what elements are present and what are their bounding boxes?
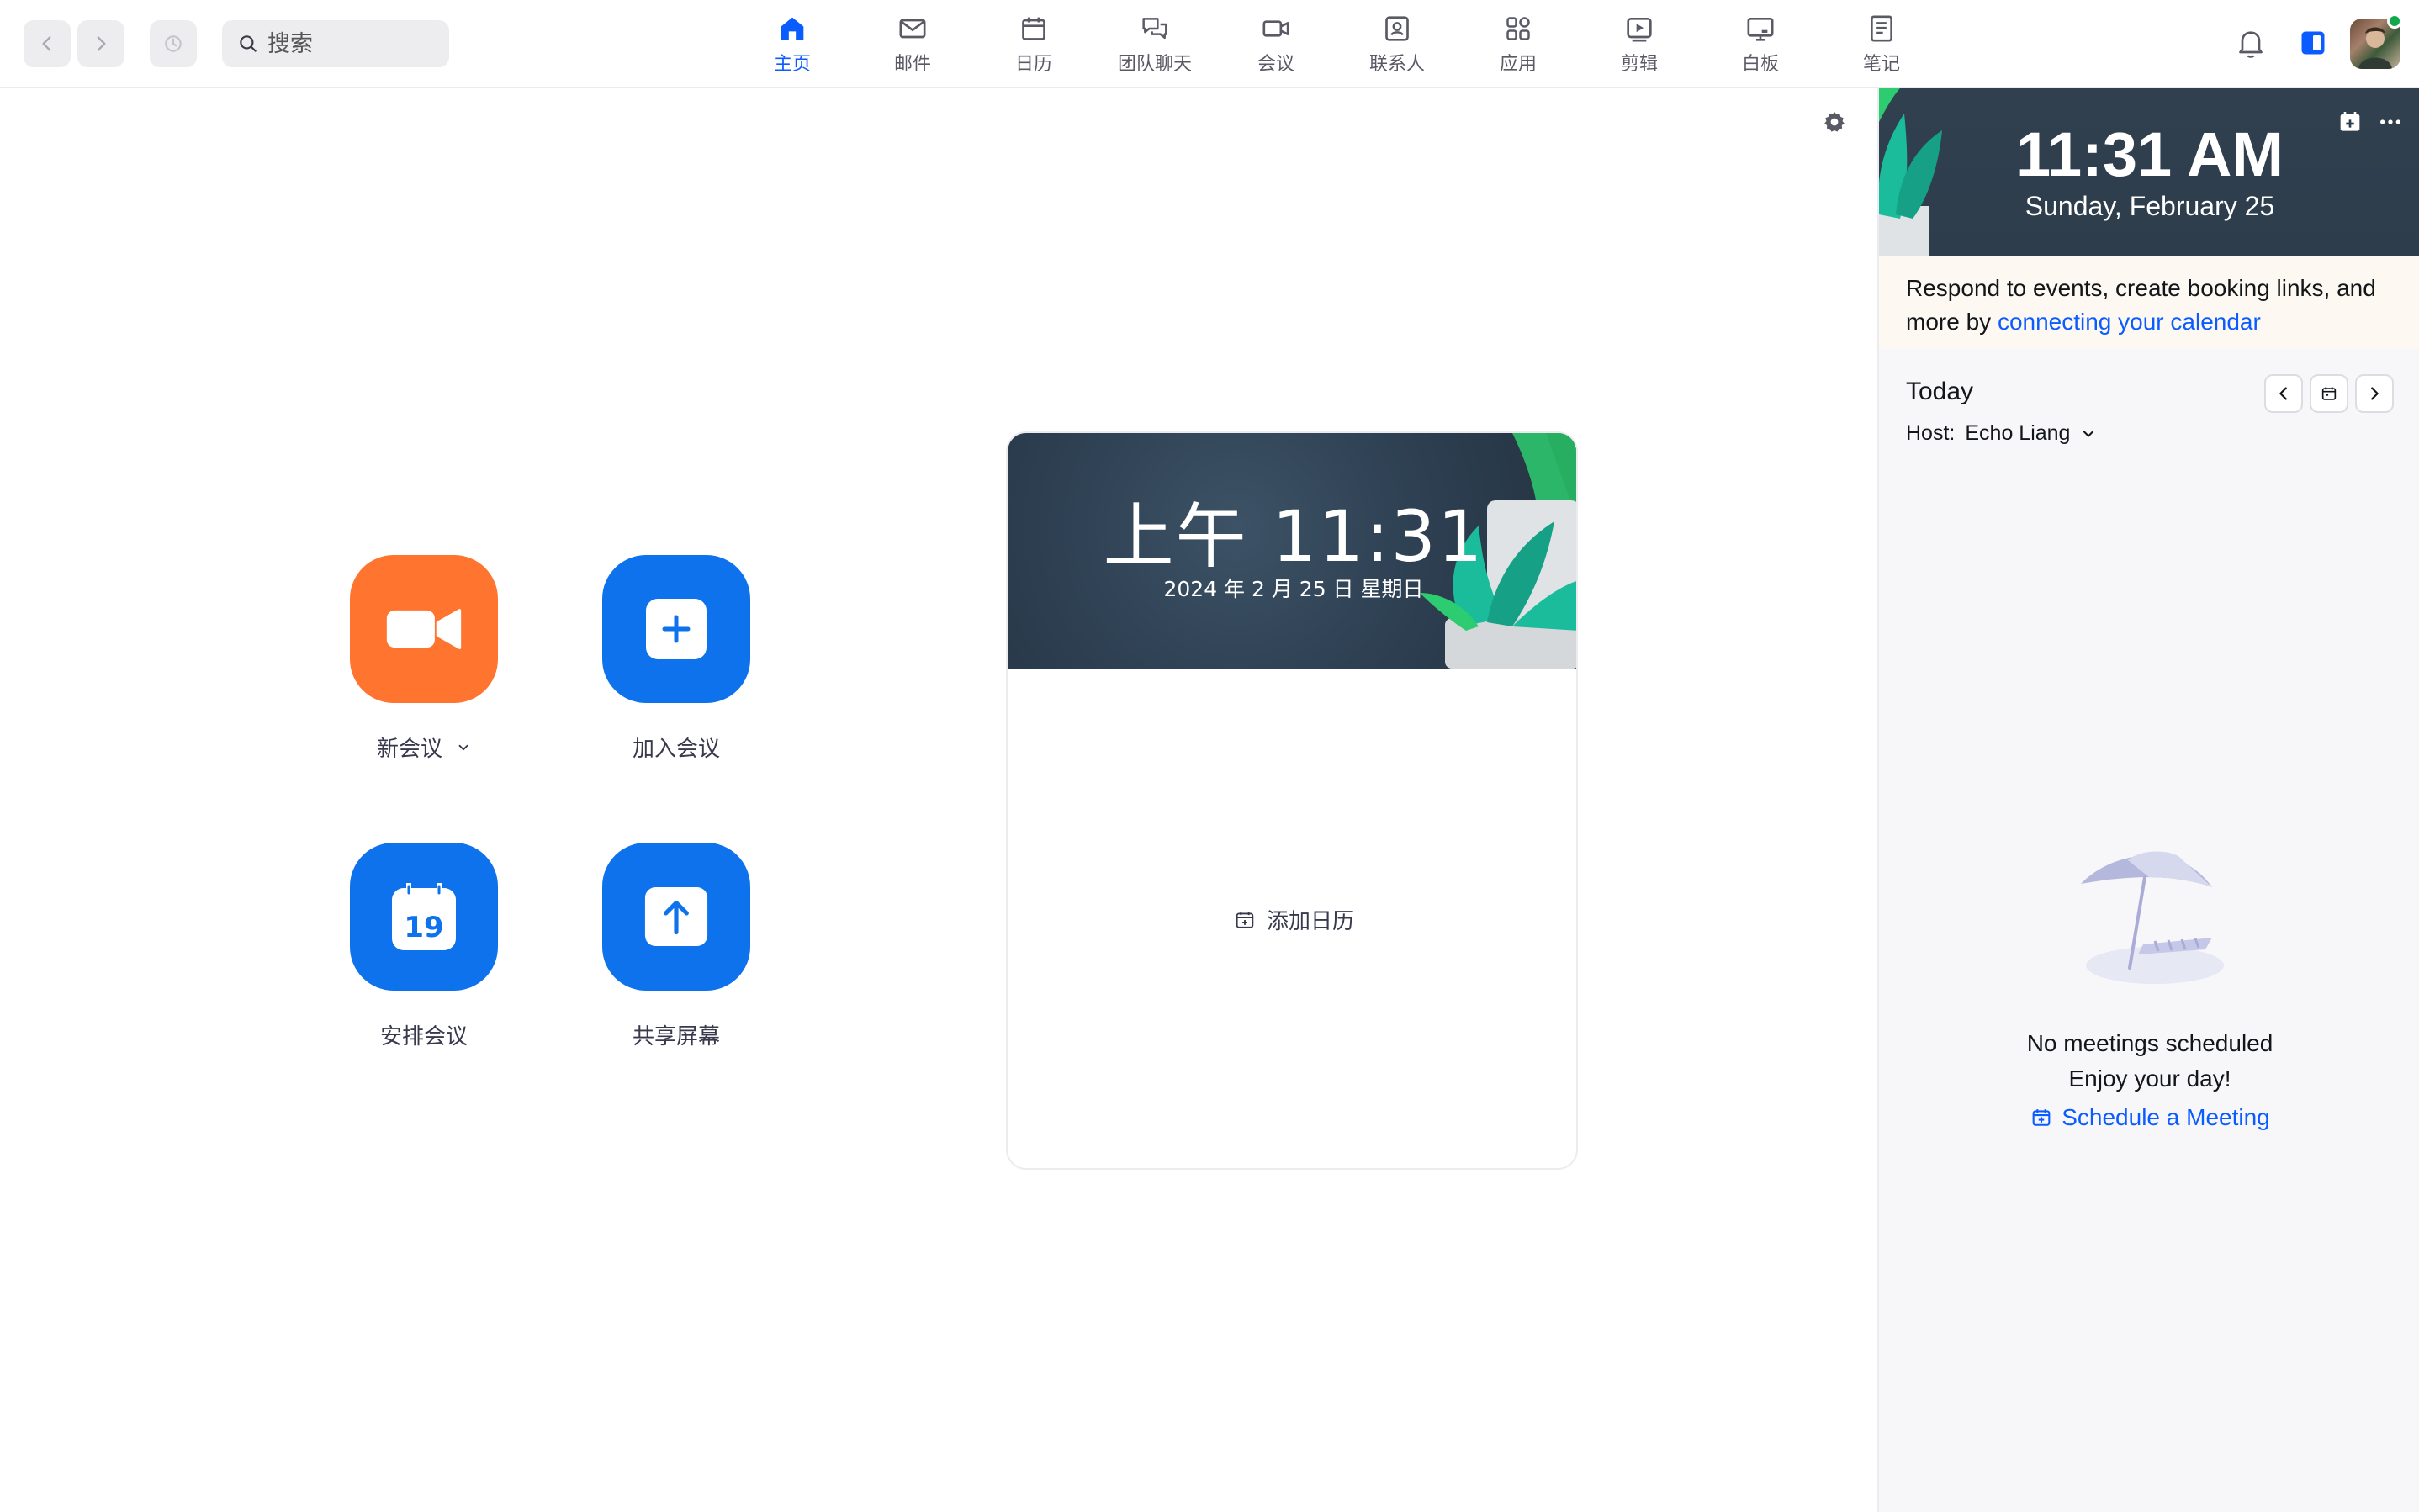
schedule-meeting-link-label: Schedule a Meeting bbox=[2062, 1104, 2270, 1130]
tab-contacts[interactable]: 联系人 bbox=[1342, 12, 1452, 79]
video-icon bbox=[1262, 20, 1289, 37]
chevron-right-icon bbox=[2371, 387, 2379, 400]
tab-calendar[interactable]: 日历 bbox=[979, 12, 1088, 79]
whiteboard-icon bbox=[1747, 18, 1774, 41]
tab-label: 笔记 bbox=[1862, 54, 1900, 75]
upcoming-meetings-panel: 11:31 AM Sunday, February 25 Respond to … bbox=[1877, 88, 2419, 1512]
host-selector[interactable]: Host: Echo Liang bbox=[1906, 421, 2097, 446]
search-icon bbox=[240, 35, 257, 52]
share-screen-caption: 共享屏幕 bbox=[633, 1019, 720, 1050]
share-arrow-icon bbox=[644, 887, 708, 946]
share-screen-action: 共享屏幕 bbox=[602, 843, 750, 1050]
schedule-meeting-action: 19 安排会议 bbox=[350, 843, 498, 1050]
clock-calendar-card: 上午 11:31 2024 年 2 月 25 日 星期日 添加日历 bbox=[1006, 431, 1578, 1170]
host-name: Echo Liang bbox=[1965, 421, 2071, 445]
schedule-meeting-label: 安排会议 bbox=[379, 1024, 468, 1049]
tab-label: 应用 bbox=[1499, 54, 1537, 75]
tab-clips[interactable]: 剪辑 bbox=[1585, 12, 1694, 79]
previous-day-button[interactable] bbox=[2264, 374, 2303, 413]
add-calendar-label: 添加日历 bbox=[1266, 909, 1354, 934]
clips-icon bbox=[1627, 18, 1652, 42]
schedule-meeting-link[interactable]: Schedule a Meeting bbox=[1879, 1104, 2419, 1131]
tab-label: 团队聊天 bbox=[1117, 54, 1192, 75]
empty-state-title: No meetings scheduled bbox=[2026, 1030, 2273, 1056]
tab-apps[interactable]: 应用 bbox=[1464, 12, 1573, 79]
tab-label: 联系人 bbox=[1368, 54, 1425, 75]
panel-clock-banner: 11:31 AM Sunday, February 25 bbox=[1879, 88, 2419, 256]
new-meeting-button[interactable] bbox=[350, 555, 498, 703]
presence-status-dot bbox=[2387, 13, 2402, 29]
tab-label: 剪辑 bbox=[1620, 54, 1658, 75]
tab-label: 主页 bbox=[773, 54, 811, 75]
clock-hero-banner: 上午 11:31 2024 年 2 月 25 日 星期日 bbox=[1008, 433, 1576, 669]
video-camera-icon bbox=[386, 609, 462, 649]
chevron-right-icon bbox=[97, 36, 106, 51]
schedule-meeting-button[interactable]: 19 bbox=[350, 843, 498, 991]
join-meeting-caption: 加入会议 bbox=[633, 732, 720, 763]
zoom-workplace-window: 主页 邮件 日历 团队聊天 会议 联系人 应用 剪辑 bbox=[0, 0, 2419, 1512]
host-label: Host: bbox=[1906, 421, 1956, 445]
tab-notes[interactable]: 笔记 bbox=[1827, 12, 1936, 79]
side-panel-toggle-icon[interactable] bbox=[2298, 27, 2328, 59]
tab-meetings[interactable]: 会议 bbox=[1221, 12, 1331, 79]
calendar-date-icon: 19 bbox=[392, 883, 456, 950]
search-box[interactable] bbox=[222, 20, 449, 67]
empty-state-subtitle: Enjoy your day! bbox=[2068, 1065, 2231, 1092]
back-button[interactable] bbox=[24, 20, 71, 67]
schedule-meeting-caption: 安排会议 bbox=[380, 1019, 468, 1050]
chevron-down-icon[interactable] bbox=[456, 740, 471, 755]
plus-icon bbox=[646, 599, 707, 659]
today-heading: Today bbox=[1906, 378, 1974, 405]
add-calendar-button[interactable]: 添加日历 bbox=[1008, 904, 1576, 935]
join-meeting-action: 加入会议 bbox=[602, 555, 750, 763]
forward-button[interactable] bbox=[77, 20, 124, 67]
calendar-add-icon bbox=[2032, 1109, 2051, 1126]
top-navigation-bar: 主页 邮件 日历 团队聊天 会议 联系人 应用 剪辑 bbox=[0, 0, 2419, 88]
date-picker-button[interactable] bbox=[2310, 374, 2348, 413]
tab-home[interactable]: 主页 bbox=[738, 12, 847, 79]
chevron-down-icon bbox=[2083, 430, 2094, 437]
new-meeting-label: 新会议 bbox=[376, 737, 442, 762]
history-button[interactable] bbox=[150, 20, 197, 67]
new-meeting-action: 新会议 bbox=[350, 555, 498, 763]
more-icon[interactable] bbox=[2375, 108, 2406, 135]
chevron-left-icon bbox=[2279, 387, 2287, 400]
mail-icon bbox=[899, 19, 926, 39]
apps-icon bbox=[1506, 17, 1530, 40]
share-screen-label: 共享屏幕 bbox=[632, 1024, 720, 1049]
notes-icon bbox=[1871, 15, 1892, 42]
tab-label: 白板 bbox=[1741, 54, 1779, 75]
connect-calendar-link[interactable]: connecting your calendar bbox=[1998, 309, 2261, 335]
panel-clock-date: Sunday, February 25 bbox=[2025, 191, 2275, 221]
connect-calendar-banner: Respond to events, create booking links,… bbox=[1879, 256, 2419, 349]
tab-mail[interactable]: 邮件 bbox=[858, 12, 967, 79]
tab-team-chat[interactable]: 团队聊天 bbox=[1100, 12, 1210, 79]
clock-time: 上午 11:31 bbox=[1103, 495, 1485, 578]
beach-umbrella-icon bbox=[2081, 851, 2224, 984]
calendar-add-icon bbox=[1236, 911, 1254, 928]
calendar-plus-icon[interactable] bbox=[2337, 108, 2363, 135]
home-icon bbox=[781, 17, 804, 40]
share-screen-button[interactable] bbox=[602, 843, 750, 991]
tab-label: 日历 bbox=[1014, 54, 1052, 75]
next-day-button[interactable] bbox=[2355, 374, 2394, 413]
tab-whiteboards[interactable]: 白板 bbox=[1706, 12, 1815, 79]
new-meeting-caption[interactable]: 新会议 bbox=[377, 732, 471, 763]
bell-icon[interactable] bbox=[2234, 25, 2268, 62]
tab-label: 邮件 bbox=[893, 54, 931, 75]
join-meeting-button[interactable] bbox=[602, 555, 750, 703]
calendar-day-number: 19 bbox=[404, 911, 443, 944]
chat-icon bbox=[1142, 18, 1167, 40]
chevron-left-icon bbox=[42, 36, 51, 51]
join-meeting-label: 加入会议 bbox=[632, 737, 720, 762]
gear-icon[interactable] bbox=[1822, 109, 1847, 135]
tab-label: 会议 bbox=[1257, 54, 1294, 75]
history-icon bbox=[165, 35, 182, 52]
calendar-icon bbox=[2321, 387, 2337, 400]
search-input[interactable] bbox=[267, 30, 436, 57]
contacts-icon bbox=[1385, 16, 1409, 41]
calendar-icon bbox=[1022, 17, 1045, 40]
clock-date: 2024 年 2 月 25 日 星期日 bbox=[1163, 577, 1424, 601]
